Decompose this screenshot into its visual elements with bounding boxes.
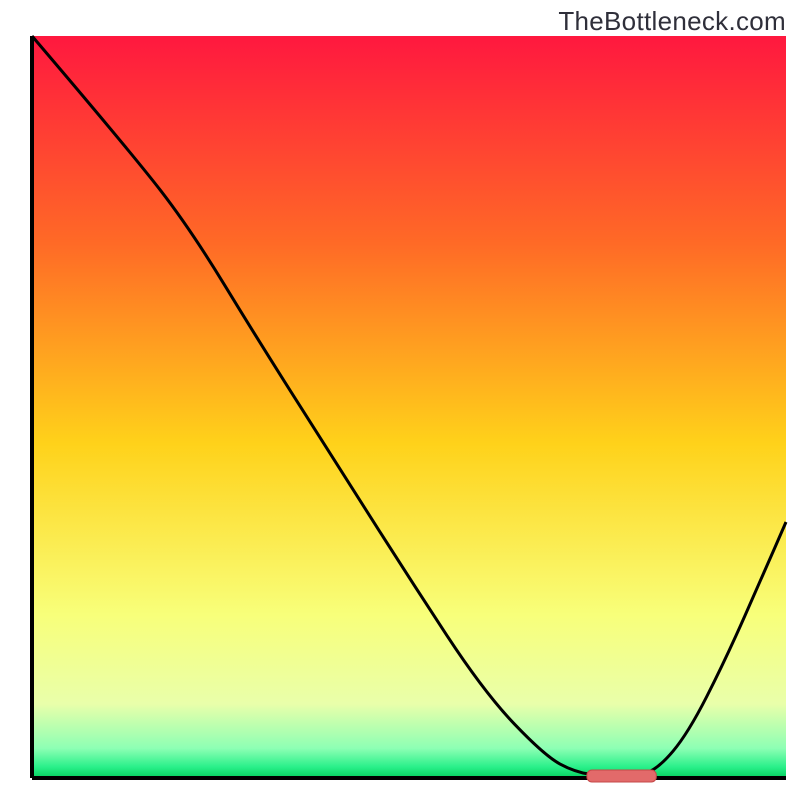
chart-frame: TheBottleneck.com [0, 0, 800, 800]
bottleneck-plot [0, 0, 800, 800]
optimal-range-marker [587, 770, 656, 782]
plot-background [32, 36, 786, 778]
